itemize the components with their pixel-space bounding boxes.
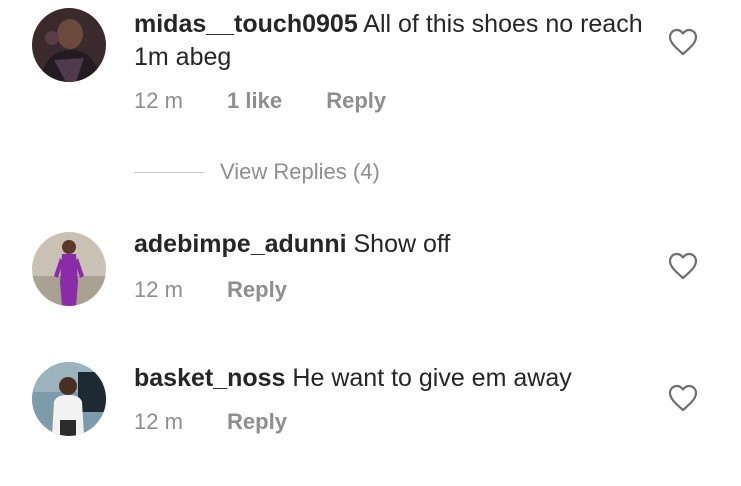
avatar-photo-icon xyxy=(32,232,106,306)
comment-text: midas__touch0905 All of this shoes no re… xyxy=(134,8,664,74)
avatar-photo-icon xyxy=(32,362,106,436)
view-replies-label: View Replies (4) xyxy=(220,159,380,184)
comment-username[interactable]: basket_noss xyxy=(134,364,285,392)
reply-button[interactable]: Reply xyxy=(227,277,287,303)
comment-message: Show off xyxy=(353,230,451,258)
comment-meta: 12 m Reply xyxy=(134,409,287,435)
heart-icon[interactable] xyxy=(668,252,698,280)
avatar[interactable] xyxy=(32,8,106,82)
avatar-photo-icon xyxy=(32,8,106,82)
view-replies-button[interactable]: View Replies (4) xyxy=(134,158,380,186)
comment-time: 12 m xyxy=(134,409,183,434)
comment-text: adebimpe_adunni Show off xyxy=(134,228,664,261)
comment-meta: 12 m 1 like Reply xyxy=(134,88,386,114)
avatar[interactable] xyxy=(32,362,106,436)
heart-icon[interactable] xyxy=(668,28,698,56)
comment-time: 12 m xyxy=(134,277,183,302)
reply-button[interactable]: Reply xyxy=(227,409,287,435)
comment-text: basket_noss He want to give em away xyxy=(134,362,664,395)
reply-button[interactable]: Reply xyxy=(326,88,386,114)
replies-divider xyxy=(134,171,204,173)
comment-message: He want to give em away xyxy=(292,364,572,392)
comment-username[interactable]: midas__touch0905 xyxy=(134,10,358,38)
comment-meta: 12 m Reply xyxy=(134,277,287,303)
avatar[interactable] xyxy=(32,232,106,306)
comment-username[interactable]: adebimpe_adunni xyxy=(134,230,347,258)
comment-time: 12 m xyxy=(134,88,183,113)
heart-icon[interactable] xyxy=(668,384,698,412)
comment-likes[interactable]: 1 like xyxy=(227,88,282,114)
